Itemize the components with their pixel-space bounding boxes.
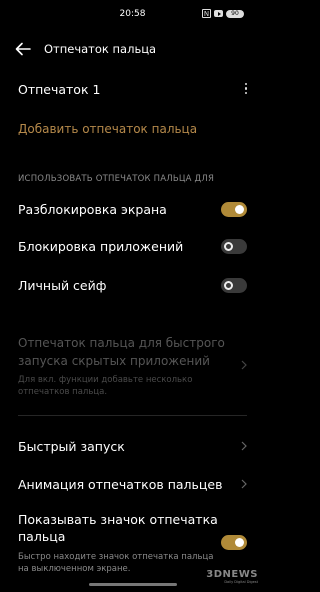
watermark-main: 3DNEWS [206,569,258,580]
show-fingerprint-icon-toggle[interactable] [221,535,247,550]
nfc-icon: N [202,9,211,18]
app-lock-toggle[interactable] [221,239,247,254]
hidden-apps-item: Отпечаток пальца для быстрого запуска ск… [0,334,265,397]
quick-launch-item[interactable]: Быстрый запуск [0,433,265,459]
show-fingerprint-icon-title: Показывать значок отпечатка пальца [18,512,218,544]
private-safe-toggle[interactable] [221,278,247,293]
screen-unlock-label: Разблокировка экрана [18,202,167,217]
screen-unlock-toggle[interactable] [221,202,247,217]
private-safe-row[interactable]: Личный сейф [0,272,265,298]
status-icons: N 90 [202,9,244,18]
fingerprint-animation-label: Анимация отпечатков пальцев [18,477,223,492]
app-lock-label: Блокировка приложений [18,239,184,254]
chevron-right-icon [241,441,247,451]
home-indicator[interactable] [89,583,177,586]
youtube-icon [214,10,223,17]
private-safe-label: Личный сейф [18,278,107,293]
chevron-right-icon [241,360,247,370]
back-button[interactable] [14,41,32,57]
back-arrow-icon [15,42,31,56]
chevron-right-icon [241,479,247,489]
show-fingerprint-icon-subtitle: Быстро находите значок отпечатка пальца … [18,552,214,574]
screen-unlock-row[interactable]: Разблокировка экрана [0,196,265,222]
divider [18,415,247,416]
hidden-apps-subtitle: Для вкл. функции добавьте несколько отпе… [18,375,193,397]
watermark: 3DNEWS Daily Digital Digest [206,570,258,585]
watermark-sub: Daily Digital Digest [224,580,258,584]
fingerprint-item[interactable]: Отпечаток 1 [0,76,265,102]
status-bar: 20:58 N 90 [0,0,265,30]
more-vert-icon[interactable] [243,83,249,97]
quick-launch-label: Быстрый запуск [18,439,125,454]
section-header: ИСПОЛЬЗОВАТЬ ОТПЕЧАТОК ПАЛЬЦА ДЛЯ [18,174,215,184]
hidden-apps-title: Отпечаток пальца для быстрого запуска ск… [18,336,225,368]
fingerprint-label: Отпечаток 1 [18,82,101,97]
add-fingerprint-link[interactable]: Добавить отпечаток пальца [18,122,197,136]
fingerprint-animation-item[interactable]: Анимация отпечатков пальцев [0,471,265,497]
app-bar: Отпечаток пальца [0,32,265,66]
show-fingerprint-icon-row[interactable]: Показывать значок отпечатка пальца Быстр… [0,511,265,577]
page-title: Отпечаток пальца [44,42,157,56]
app-lock-row[interactable]: Блокировка приложений [0,233,265,259]
battery-icon: 90 [226,9,244,18]
